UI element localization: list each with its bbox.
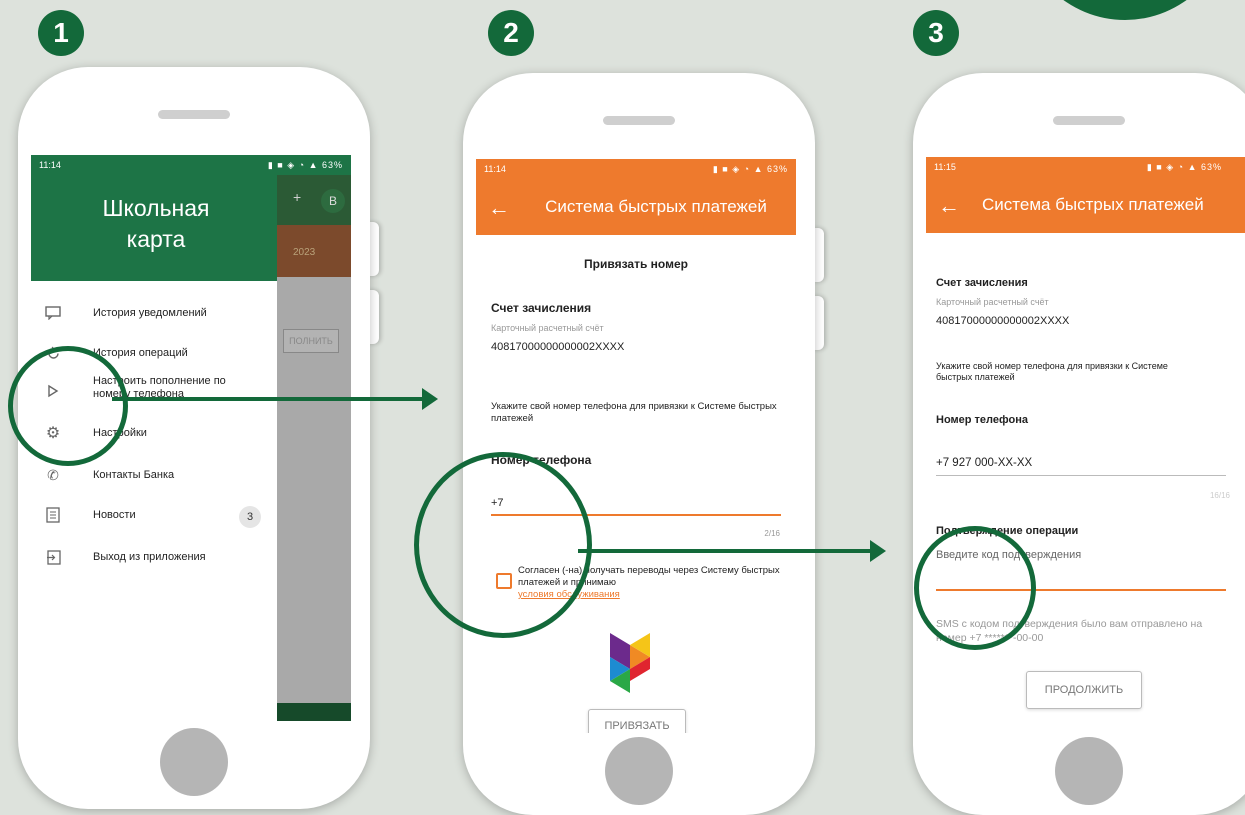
phone-mockup-3: 11:15 ▮ ■ ◈ ◔ ▲ 63% ← Система быстрых пл… [913, 73, 1245, 815]
status-time: 11:15 [934, 162, 956, 172]
menu-item-news[interactable]: Новости 3 [31, 497, 277, 537]
step-number-3: 3 [913, 10, 959, 56]
app-bar-title: Система быстрых платежей [982, 195, 1204, 214]
step-number-1: 1 [38, 10, 84, 56]
phone-mockup-2: 11:14 ▮ ■ ◈ ◔ ▲ 63% ← Система быстрых пл… [463, 73, 815, 815]
arrow-1-head [422, 388, 438, 410]
phone-speaker [158, 110, 230, 119]
status-bar: 11:14 ▮ ■ ◈ ◔ ▲ 63% [31, 155, 351, 175]
phone-home-button [1055, 737, 1123, 805]
menu-item-label: Выход из приложения [93, 551, 206, 563]
account-label: Счет зачисления [491, 301, 592, 315]
status-icons: ▮ ■ ◈ ◔ ▲ 63% [712, 164, 788, 174]
app-bar: ← Система быстрых платежей [926, 177, 1245, 233]
sbp-logo [604, 629, 656, 697]
menu-item-label: История уведомлений [93, 307, 207, 319]
menu-item-label: Контакты Банка [93, 469, 175, 481]
decorative-corner-shape [1020, 0, 1230, 20]
phone-char-counter: 16/16 [1209, 491, 1230, 500]
background-bottom-bar [277, 703, 351, 721]
instruction-text: Укажите свой номер телефона для привязки… [936, 361, 1168, 382]
drawer-header: Школьная карта [31, 175, 277, 281]
news-count-badge: 3 [239, 506, 261, 528]
phone-char-counter: 2/16 [764, 529, 780, 538]
phone-home-button [605, 737, 673, 805]
account-number: 40817000000000002XXXX [936, 315, 1070, 327]
app-bar-title: Система быстрых платежей [545, 197, 767, 216]
background-plus: + [293, 189, 302, 205]
phone-input-underline [936, 475, 1226, 476]
arrow-1 [112, 397, 424, 401]
phone-label: Номер телефона [936, 414, 1028, 426]
phone-icon: ✆ [47, 466, 59, 483]
menu-item-exit[interactable]: Выход из приложения [31, 539, 277, 579]
status-time: 11:14 [484, 164, 506, 174]
highlight-circle-1 [8, 346, 128, 466]
link-button[interactable]: ПРИВЯЗАТЬ [588, 709, 686, 733]
status-bar: 11:14 ▮ ■ ◈ ◔ ▲ 63% [476, 159, 796, 179]
account-number: 40817000000000002XXXX [491, 341, 625, 353]
phone-home-button [160, 728, 228, 796]
account-type: Карточный расчетный счёт [936, 297, 1049, 307]
highlight-circle-3 [914, 526, 1036, 650]
instruction-text: Укажите свой номер телефона для привязки… [491, 401, 777, 424]
continue-button[interactable]: ПРОДОЛЖИТЬ [1026, 671, 1142, 709]
step-number-2: 2 [488, 10, 534, 56]
background-year: 2023 [293, 247, 316, 258]
chat-icon [45, 305, 61, 321]
account-label: Счет зачисления [936, 277, 1028, 289]
news-icon [45, 507, 61, 523]
menu-item-label: История операций [93, 347, 188, 359]
app-bar: ← Система быстрых платежей [476, 179, 796, 235]
highlight-circle-2 [414, 452, 592, 638]
account-type: Карточный расчетный счёт [491, 323, 604, 333]
drawer-title: Школьная карта [102, 195, 210, 252]
phone-input[interactable]: +7 927 000-XX-XX [936, 457, 1032, 469]
background-button: ПОЛНИТЬ [283, 329, 339, 353]
arrow-2-head [870, 540, 886, 562]
status-icons: ▮ ■ ◈ ◔ ▲ 63% [1146, 162, 1222, 172]
arrow-2 [578, 549, 870, 553]
status-icons: ▮ ■ ◈ ◔ ▲ 63% [267, 160, 343, 170]
phone-speaker [1053, 116, 1125, 125]
phone-speaker [603, 116, 675, 125]
back-arrow-icon[interactable]: ← [488, 195, 510, 221]
menu-item-label: Новости [93, 509, 136, 521]
menu-item-notification-history[interactable]: История уведомлений [31, 295, 277, 335]
background-avatar: В [321, 189, 345, 213]
back-arrow-icon[interactable]: ← [938, 193, 960, 219]
page-heading: Привязать номер [584, 257, 688, 271]
status-bar: 11:15 ▮ ■ ◈ ◔ ▲ 63% [926, 157, 1245, 177]
status-time: 11:14 [39, 160, 61, 170]
screen-link-number: 11:14 ▮ ■ ◈ ◔ ▲ 63% ← Система быстрых пл… [476, 159, 796, 733]
exit-icon [45, 549, 61, 565]
